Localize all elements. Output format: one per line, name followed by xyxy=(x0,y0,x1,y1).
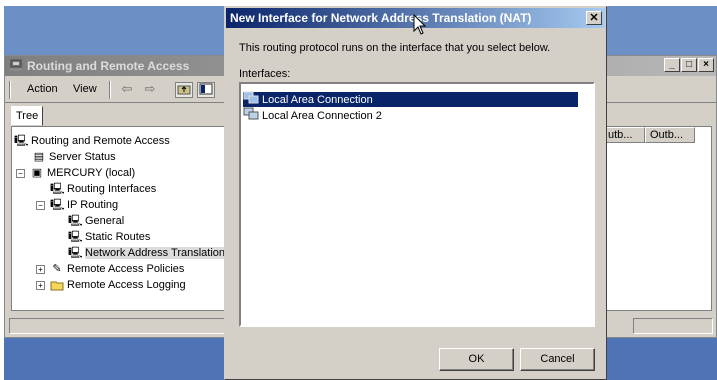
back-arrow-icon[interactable]: ⇦ xyxy=(118,82,136,98)
folder-icon xyxy=(50,279,64,292)
network-icon: 🖳 xyxy=(68,214,83,227)
tree-item-remote-access-logging[interactable]: + Remote Access Logging xyxy=(36,277,186,293)
tree-item-server-status[interactable]: ▤ Server Status xyxy=(32,149,116,165)
list-item-local-area-connection[interactable]: Local Area Connection xyxy=(243,91,578,108)
dialog-description: This routing protocol runs on the interf… xyxy=(239,42,551,54)
server-icon: ▤ xyxy=(33,150,45,163)
network-icon: 🖳 xyxy=(50,198,65,211)
tree-item-routing-remote-access[interactable]: 🖳 Routing and Remote Access xyxy=(14,133,170,149)
menu-action[interactable]: Action xyxy=(27,83,58,95)
dialog-title: New Interface for Network Address Transl… xyxy=(230,11,532,25)
toolbar-grip xyxy=(9,81,11,99)
up-folder-icon[interactable] xyxy=(175,82,193,98)
tree-item-remote-access-policies[interactable]: + ✎ Remote Access Policies xyxy=(36,261,184,277)
minimize-button[interactable]: _ xyxy=(664,58,680,72)
network-icon: 🖳 xyxy=(68,246,83,259)
maximize-button[interactable]: □ xyxy=(681,58,697,72)
network-connection-icon xyxy=(243,91,259,108)
collapse-icon[interactable]: − xyxy=(16,168,25,178)
list-item-local-area-connection-2[interactable]: Local Area Connection 2 xyxy=(243,107,386,124)
mouse-cursor-icon xyxy=(413,13,427,39)
console-tree: 🖳 Routing and Remote Access ▤ Server Sta… xyxy=(11,126,229,311)
tab-tree[interactable]: Tree xyxy=(11,106,43,126)
tree-item-mercury[interactable]: − ▣ MERCURY (local) xyxy=(16,165,135,181)
tree-item-general[interactable]: 🖳 General xyxy=(68,213,124,229)
window-title: Routing and Remote Access xyxy=(27,59,190,73)
expand-icon[interactable]: + xyxy=(36,280,45,290)
interfaces-list[interactable]: Local Area Connection Local Area Connect… xyxy=(239,82,595,327)
column-header[interactable]: Outb... xyxy=(645,127,695,143)
status-bar-panel xyxy=(633,318,713,334)
tree-item-nat[interactable]: 🖳 Network Address Translation xyxy=(68,245,226,261)
interfaces-label: Interfaces: xyxy=(239,68,291,80)
forward-arrow-icon[interactable]: ⇨ xyxy=(141,82,159,98)
dialog-close-button[interactable]: ✕ xyxy=(586,11,602,25)
tree-item-routing-interfaces[interactable]: 🖳 Routing Interfaces xyxy=(50,181,156,197)
new-interface-dialog: New Interface for Network Address Transl… xyxy=(224,6,607,380)
network-icon: 🖳 xyxy=(68,230,83,243)
cancel-button[interactable]: Cancel xyxy=(520,348,595,371)
policy-icon: ✎ xyxy=(52,262,62,275)
close-button[interactable]: × xyxy=(698,58,714,72)
network-connection-icon xyxy=(243,107,259,124)
details-pane: utb... Outb... xyxy=(602,126,712,311)
routing-app-icon xyxy=(9,59,23,75)
status-bar xyxy=(9,318,227,334)
network-icon: 🖳 xyxy=(50,182,65,195)
column-header[interactable]: utb... xyxy=(603,127,645,143)
tree-item-static-routes[interactable]: 🖳 Static Routes xyxy=(68,229,150,245)
show-hide-tree-icon[interactable] xyxy=(197,82,215,98)
expand-icon[interactable]: + xyxy=(36,264,45,274)
tree-item-ip-routing[interactable]: − 🖳 IP Routing xyxy=(36,197,118,213)
server-computer-icon: 🖳 xyxy=(14,134,29,147)
collapse-icon[interactable]: − xyxy=(36,200,45,210)
ok-button[interactable]: OK xyxy=(439,348,514,371)
toolbar-separator xyxy=(109,81,111,99)
menu-view[interactable]: View xyxy=(73,83,97,95)
server-computer-icon: ▣ xyxy=(31,166,43,179)
